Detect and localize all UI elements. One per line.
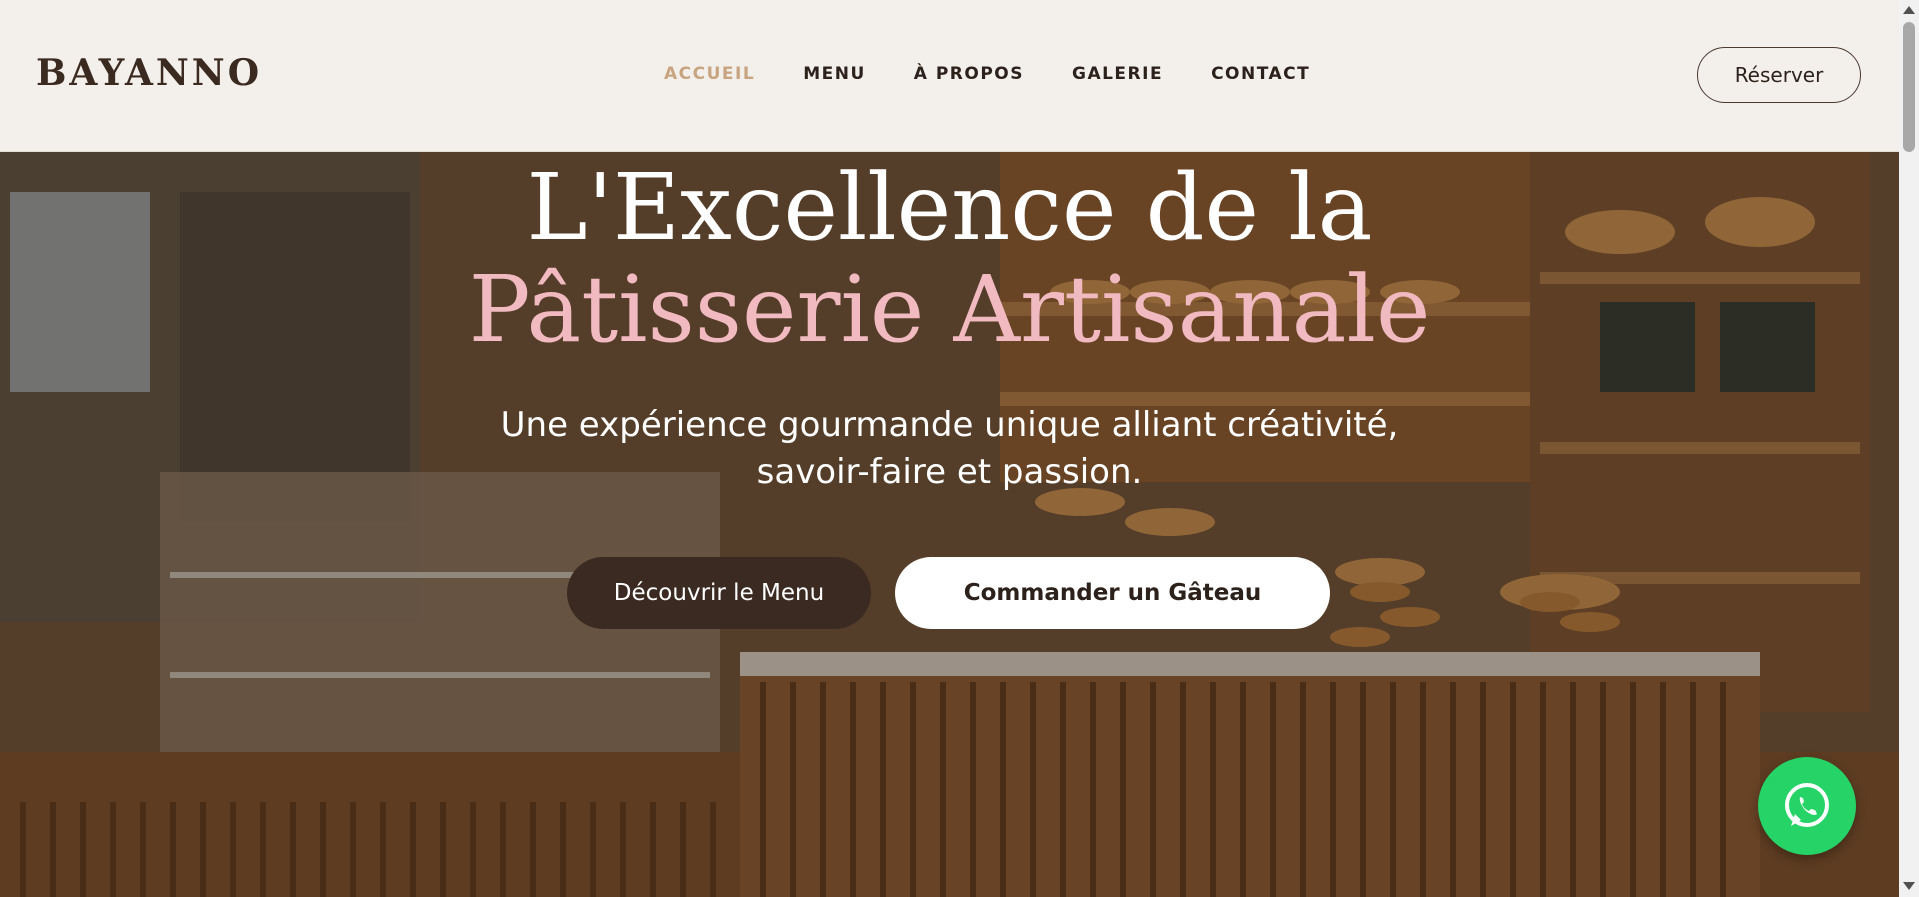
- discover-menu-button[interactable]: Découvrir le Menu: [567, 557, 871, 629]
- nav-item-menu[interactable]: MENU: [803, 64, 866, 84]
- hero-subtitle-line1: Une expérience gourmande unique alliant …: [500, 405, 1399, 445]
- reserve-button[interactable]: Réserver: [1697, 47, 1861, 103]
- scrollbar-thumb[interactable]: [1903, 22, 1915, 152]
- nav-item-a-propos[interactable]: À PROPOS: [914, 64, 1024, 84]
- hero-subtitle-line2: savoir-faire et passion.: [756, 452, 1143, 492]
- nav-item-galerie[interactable]: GALERIE: [1072, 64, 1163, 84]
- site-logo[interactable]: BAYANNO: [36, 52, 262, 94]
- whatsapp-button[interactable]: [1758, 757, 1856, 855]
- nav-item-accueil[interactable]: ACCUEIL: [664, 64, 755, 84]
- main-nav: ACCUEIL MENU À PROPOS GALERIE CONTACT: [664, 64, 1358, 84]
- scroll-down-arrow-icon[interactable]: [1903, 882, 1915, 890]
- hero-title-line1: L'Excellence de la: [526, 154, 1373, 261]
- page-scrollbar[interactable]: [1899, 0, 1919, 897]
- nav-item-contact[interactable]: CONTACT: [1211, 64, 1310, 84]
- hero-section: L'Excellence de la Pâtisserie Artisanale…: [0, 152, 1899, 897]
- order-cake-button[interactable]: Commander un Gâteau: [895, 557, 1330, 629]
- hero-title-line2: Pâtisserie Artisanale: [468, 256, 1431, 363]
- whatsapp-icon: [1785, 783, 1829, 827]
- site-header: BAYANNO ACCUEIL MENU À PROPOS GALERIE CO…: [0, 0, 1899, 152]
- scroll-up-arrow-icon[interactable]: [1903, 6, 1915, 14]
